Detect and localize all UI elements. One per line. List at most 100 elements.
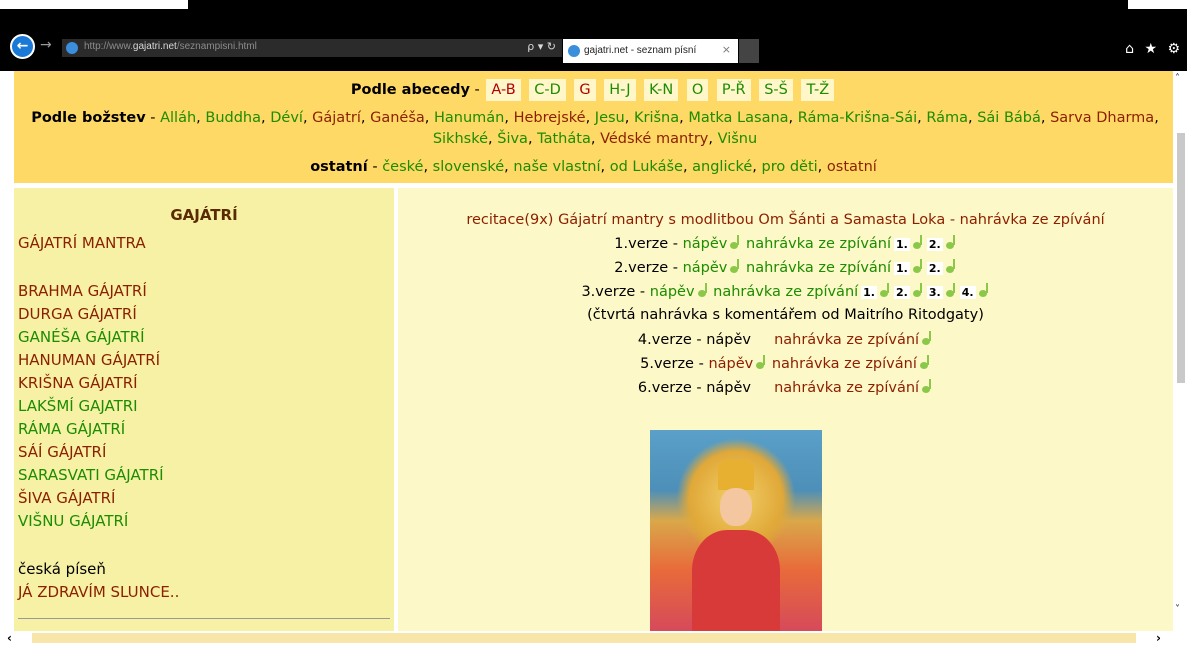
melody-link[interactable]: nápěv xyxy=(683,260,728,276)
sidebar-song-link[interactable]: SARASVATI GÁJATRÍ xyxy=(18,466,164,484)
tab-close-icon[interactable]: × xyxy=(722,43,731,56)
letter-link[interactable]: P-Ř xyxy=(716,79,751,101)
letter-link[interactable]: S-Š xyxy=(759,79,793,101)
sidebar-song-link[interactable]: GANÉŠA GÁJATRÍ xyxy=(18,328,145,346)
deity-link[interactable]: Krišna xyxy=(634,110,679,126)
scroll-right-icon[interactable]: › xyxy=(1156,631,1161,645)
deity-link[interactable]: Ráma-Krišna-Sái xyxy=(798,110,917,126)
address-url[interactable]: http://www.gajatri.net/seznampisni.html xyxy=(84,41,257,52)
deity-link[interactable]: Ganéša xyxy=(370,110,425,126)
sidebar-song-link[interactable]: BRAHMA GÁJATRÍ xyxy=(18,282,147,300)
deity-link[interactable]: Alláh xyxy=(160,110,196,126)
music-note-icon[interactable] xyxy=(729,235,741,249)
verse-row: 4.verze - nápěv nahrávka ze zpívání xyxy=(398,331,1173,348)
deity-nav: Podle božstev - Alláh, Buddha, Déví, Gáj… xyxy=(31,110,1159,147)
deity-link[interactable]: Buddha xyxy=(205,110,261,126)
deity-link[interactable]: Jesu xyxy=(595,110,625,126)
horizontal-scrollbar[interactable]: ‹ › xyxy=(0,631,1187,646)
music-note-icon[interactable] xyxy=(921,331,933,345)
letter-link[interactable]: G xyxy=(574,79,596,101)
page-header: Podle abecedy - A-B C-D G H-J K-N O P-Ř … xyxy=(14,71,1173,183)
music-note-icon[interactable] xyxy=(945,259,957,273)
deity-link[interactable]: Tatháta xyxy=(537,131,591,147)
back-button[interactable]: ← xyxy=(10,34,35,59)
sidebar-song-link[interactable]: LAKŠMÍ GAJATRI xyxy=(18,397,138,415)
horizontal-scroll-thumb[interactable] xyxy=(32,633,1136,643)
scroll-left-icon[interactable]: ‹ xyxy=(7,631,12,645)
letter-link[interactable]: C-D xyxy=(529,79,566,101)
sidebar-song-link[interactable]: JÁ ZDRAVÍM SLUNCE.. xyxy=(18,583,179,601)
letter-link[interactable]: K-N xyxy=(644,79,679,101)
letter-link[interactable]: A-B xyxy=(486,79,521,101)
sidebar-song-link[interactable]: VIŠNU GÁJATRÍ xyxy=(18,512,128,530)
other-link[interactable]: naše vlastní xyxy=(513,159,600,175)
verse-label: 6.verze xyxy=(637,380,692,396)
deity-link[interactable]: Sarva Dharma xyxy=(1050,110,1154,126)
recording-link[interactable]: nahrávka ze zpívání xyxy=(713,284,858,300)
sidebar-song-link[interactable]: RÁMA GÁJATRÍ xyxy=(18,420,125,438)
other-link[interactable]: slovenské xyxy=(433,159,505,175)
music-note-icon[interactable] xyxy=(912,235,924,249)
sidebar-song-link[interactable]: ŠIVA GÁJATRÍ xyxy=(18,489,115,507)
recitation-link[interactable]: recitace(9x) Gájatrí mantry s modlitbou … xyxy=(466,212,1104,228)
search-refresh-icon[interactable]: ρ ▾ ↻ xyxy=(527,40,556,53)
letter-link[interactable]: H-J xyxy=(604,79,636,101)
music-note-icon[interactable] xyxy=(919,355,931,369)
deity-link[interactable]: Déví xyxy=(270,110,303,126)
tab-active[interactable]: gajatri.net - seznam písní × xyxy=(563,39,738,63)
home-favorites-settings-icons[interactable]: ⌂ ★ ⚙ xyxy=(1125,41,1183,57)
deity-link[interactable]: Višnu xyxy=(718,131,758,147)
melody-link[interactable]: nápěv xyxy=(683,236,728,252)
address-bar[interactable]: http://www.gajatri.net/seznampisni.html … xyxy=(62,39,562,57)
deity-link[interactable]: Sikhské xyxy=(433,131,488,147)
recording-number: 1. xyxy=(861,286,877,299)
recording-link[interactable]: nahrávka ze zpívání xyxy=(774,332,919,348)
deity-link[interactable]: Hanumán xyxy=(434,110,504,126)
sidebar-song-link[interactable]: HANUMAN GÁJATRÍ xyxy=(18,351,160,369)
recording-link[interactable]: nahrávka ze zpívání xyxy=(746,260,891,276)
recording-number: 3. xyxy=(926,286,943,299)
vertical-scroll-thumb[interactable] xyxy=(1177,133,1185,383)
deity-link[interactable]: Matka Lasana xyxy=(688,110,788,126)
music-note-icon[interactable] xyxy=(879,283,891,297)
letter-link[interactable]: T-Ž xyxy=(801,79,835,101)
other-link[interactable]: ostatní xyxy=(827,159,877,175)
sidebar-title: GAJÁTRÍ xyxy=(170,206,238,224)
scroll-down-icon[interactable]: ˅ xyxy=(1175,604,1180,615)
czech-song-label: česká píseň xyxy=(18,560,106,578)
melody-link[interactable]: nápěv xyxy=(650,284,695,300)
vertical-scrollbar[interactable]: ˄ ˅ xyxy=(1173,71,1187,631)
other-dash: - xyxy=(367,159,383,175)
recording-link[interactable]: nahrávka ze zpívání xyxy=(746,236,891,252)
music-note-icon[interactable] xyxy=(912,283,924,297)
forward-button[interactable]: → xyxy=(40,37,52,53)
deity-link[interactable]: Védské mantry xyxy=(600,131,708,147)
other-link[interactable]: pro děti xyxy=(762,159,818,175)
music-note-icon[interactable] xyxy=(697,283,709,297)
melody-link[interactable]: nápěv xyxy=(708,356,753,372)
other-link[interactable]: anglické xyxy=(692,159,752,175)
sidebar-song-link[interactable]: KRIŠNA GÁJATRÍ xyxy=(18,374,138,392)
music-note-icon[interactable] xyxy=(921,379,933,393)
sidebar-song-link[interactable]: SÁÍ GÁJATRÍ xyxy=(18,443,106,461)
deity-link[interactable]: Ráma xyxy=(926,110,968,126)
other-link[interactable]: od Lukáše xyxy=(610,159,683,175)
music-note-icon[interactable] xyxy=(755,355,767,369)
deity-link[interactable]: Hebrejské xyxy=(514,110,586,126)
sidebar-song-link[interactable]: GÁJATRÍ MANTRA xyxy=(18,234,146,252)
scroll-up-icon[interactable]: ˄ xyxy=(1175,73,1180,84)
recording-link[interactable]: nahrávka ze zpívání xyxy=(774,380,919,396)
music-note-icon[interactable] xyxy=(945,283,957,297)
music-note-icon[interactable] xyxy=(729,259,741,273)
deity-link[interactable]: Sái Bábá xyxy=(977,110,1041,126)
music-note-icon[interactable] xyxy=(978,283,990,297)
other-link[interactable]: české xyxy=(382,159,423,175)
music-note-icon[interactable] xyxy=(945,235,957,249)
recording-link[interactable]: nahrávka ze zpívání xyxy=(772,356,917,372)
music-note-icon[interactable] xyxy=(912,259,924,273)
sidebar-song-link[interactable]: DURGA GÁJATRÍ xyxy=(18,305,137,323)
deity-link[interactable]: Šiva xyxy=(497,131,528,147)
new-tab-button[interactable] xyxy=(739,39,759,63)
letter-link[interactable]: O xyxy=(686,79,709,101)
deity-link[interactable]: Gájatrí xyxy=(312,110,361,126)
